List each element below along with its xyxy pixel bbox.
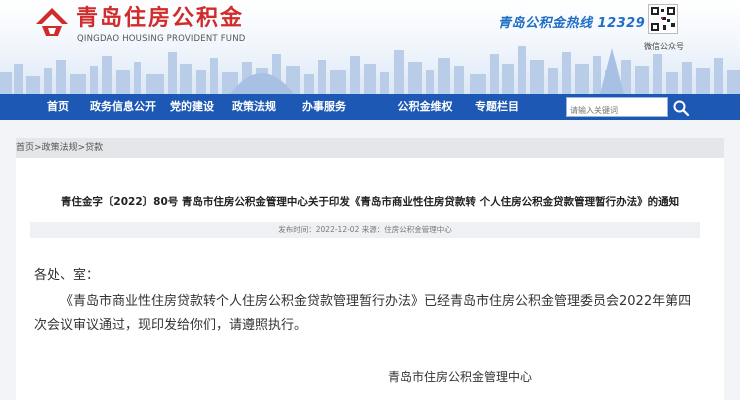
search-box	[566, 97, 668, 120]
breadcrumb-separator: >	[77, 143, 86, 153]
article-title: 青住金字〔2022〕80号 青岛市住房公积金管理中心关于印发《青岛市商业性住房贷…	[60, 196, 680, 208]
nav-item-topics[interactable]: 专题栏目	[468, 94, 526, 120]
nav-item-services[interactable]: 办事服务	[296, 94, 352, 120]
search-icon[interactable]	[672, 99, 690, 117]
breadcrumb-home[interactable]: 首页	[16, 143, 34, 153]
site-logo-title: 青岛住房公积金	[76, 6, 245, 31]
article-body: 《青岛市商业性住房贷款转个人住房公积金贷款管理暂行办法》已经青岛市住房公积金管理…	[34, 294, 692, 333]
wechat-qr-code	[648, 4, 678, 34]
article-greeting: 各处、室：	[34, 268, 100, 283]
breadcrumb-separator: >	[34, 143, 42, 153]
breadcrumb-policy[interactable]: 政策法规	[42, 143, 78, 153]
nav-item-gov-info[interactable]: 政务信息公开	[86, 94, 160, 120]
article-signature: 青岛市住房公积金管理中心	[388, 370, 533, 384]
site-header: 青岛住房公积金 QINGDAO HOUSING PROVIDENT FUND 青…	[0, 0, 740, 94]
breadcrumb: 首页>政策法规>贷款	[16, 138, 724, 158]
search-input[interactable]	[567, 101, 666, 120]
article-meta: 发布时间：2022-12-02 来源：住房公积金管理中心	[30, 222, 700, 238]
nav-item-party[interactable]: 党的建设	[166, 94, 218, 120]
qr-code-label: 微信公众号	[644, 42, 684, 51]
nav-item-home[interactable]: 首页	[38, 94, 78, 120]
site-logo-subtitle: QINGDAO HOUSING PROVIDENT FUND	[77, 34, 246, 44]
breadcrumb-loans[interactable]: 贷款	[85, 143, 103, 153]
hotline-text: 青岛公积金热线 12329	[498, 16, 646, 31]
nav-item-rights[interactable]: 公积金维权	[392, 94, 458, 120]
housing-fund-logo	[36, 8, 68, 36]
nav-item-policy[interactable]: 政策法规	[226, 94, 282, 120]
